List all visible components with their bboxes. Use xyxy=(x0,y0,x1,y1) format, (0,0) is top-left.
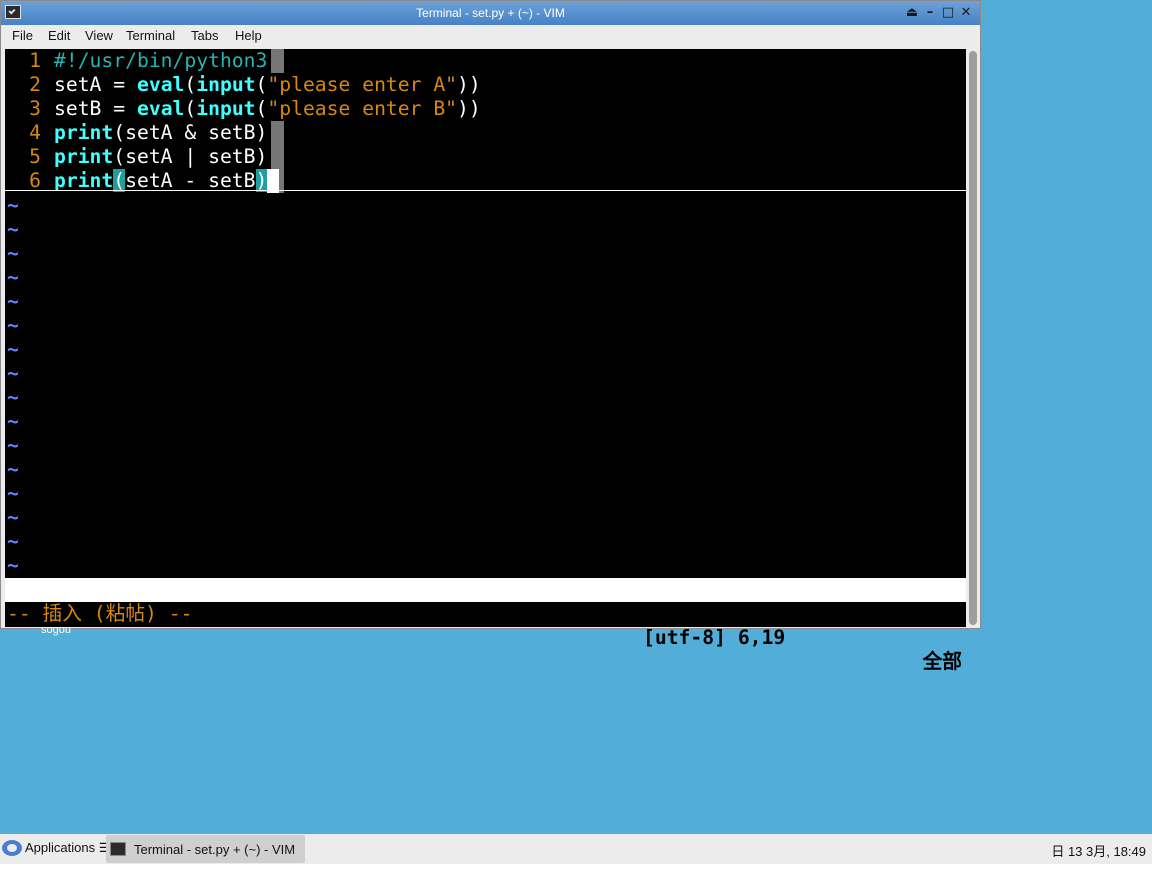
tilde-marker: ~ xyxy=(7,194,19,217)
menu-file[interactable]: File xyxy=(12,28,33,43)
wrap-column-marker xyxy=(271,49,284,73)
line-number: 3 xyxy=(29,97,41,120)
code-line[interactable]: 5 print(setA | setB) xyxy=(7,145,267,169)
line-number: 5 xyxy=(29,145,41,168)
wrap-column-marker xyxy=(271,145,284,169)
code-token: setB = xyxy=(54,97,137,120)
desktop-bottom-strip xyxy=(0,864,1152,896)
minimize-icon[interactable]: – xyxy=(922,5,938,21)
code-line[interactable]: 1 #!/usr/bin/python3 xyxy=(7,49,267,73)
menu-help[interactable]: Help xyxy=(235,28,262,43)
tilde-marker: ~ xyxy=(7,386,19,409)
tilde-marker: ~ xyxy=(7,266,19,289)
line-number: 4 xyxy=(29,121,41,144)
line-number: 1 xyxy=(29,49,41,72)
code-token: eval xyxy=(136,97,185,120)
code-token: )) xyxy=(457,97,481,120)
code-token: print xyxy=(54,121,114,144)
status-position: [utf-8] 6,19 xyxy=(643,626,786,649)
title-bar[interactable]: Terminal - set.py + (~) - VIM ⏏ – □ ✕ xyxy=(1,1,980,25)
code-token: ( xyxy=(184,97,197,120)
code-token: print xyxy=(54,145,114,168)
cursor-line-underline xyxy=(5,190,966,191)
taskbar-terminal-button[interactable]: Terminal - set.py + (~) - VIM xyxy=(106,835,305,863)
applications-menu-button[interactable]: Applications ☰ xyxy=(2,840,110,856)
tilde-marker: ~ xyxy=(7,482,19,505)
close-icon[interactable]: ✕ xyxy=(958,5,974,21)
code-line[interactable]: 2 setA = eval(input("please enter A")) xyxy=(7,73,481,97)
code-token: ( xyxy=(184,73,197,96)
tilde-marker: ~ xyxy=(7,458,19,481)
code-token: input xyxy=(196,73,256,96)
tilde-marker: ~ xyxy=(7,338,19,361)
tilde-marker: ~ xyxy=(7,410,19,433)
vim-mode-indicator: -- 插入 (粘帖) -- xyxy=(7,602,193,625)
status-scroll: 全部 xyxy=(922,650,962,673)
tilde-marker: ~ xyxy=(7,290,19,313)
scrollbar-thumb[interactable] xyxy=(969,51,977,625)
code-token: )) xyxy=(457,73,481,96)
tilde-marker: ~ xyxy=(7,530,19,553)
tilde-marker: ~ xyxy=(7,362,19,385)
code-line[interactable]: 3 setB = eval(input("please enter B")) xyxy=(7,97,481,121)
line-number: 2 xyxy=(29,73,41,96)
code-token: ( xyxy=(255,97,268,120)
menu-edit[interactable]: Edit xyxy=(48,28,70,43)
vim-status-line: set.py [+] [utf-8] 6,19 全部 xyxy=(5,578,966,673)
shade-icon[interactable]: ⏏ xyxy=(904,5,920,21)
tilde-marker: ~ xyxy=(7,218,19,241)
code-line[interactable]: 4 print(setA & setB) xyxy=(7,121,267,145)
code-token: (setA & setB) xyxy=(113,121,268,144)
code-token: (setA | setB) xyxy=(113,145,268,168)
scrollbar[interactable] xyxy=(967,49,979,627)
tilde-marker: ~ xyxy=(7,314,19,337)
vim-editor[interactable]: 1 #!/usr/bin/python3 2 setA = eval(input("p… xyxy=(5,49,966,673)
tilde-marker: ~ xyxy=(7,434,19,457)
code-token: ) xyxy=(255,169,268,192)
tilde-marker: ~ xyxy=(7,506,19,529)
wrap-column-marker xyxy=(271,121,284,145)
code-token: setA - setB xyxy=(125,169,256,192)
code-token: print xyxy=(54,169,114,192)
tilde-marker: ~ xyxy=(7,554,19,577)
window-title: Terminal - set.py + (~) - VIM xyxy=(416,6,565,20)
code-token: "please enter B" xyxy=(267,97,458,120)
code-token: #!/usr/bin/python3 xyxy=(54,49,268,72)
ime-label: sogou xyxy=(41,624,71,636)
code-token: ( xyxy=(113,169,126,192)
code-token: ( xyxy=(255,73,268,96)
menu-tabs[interactable]: Tabs xyxy=(191,28,218,43)
code-token: setA = xyxy=(54,73,137,96)
code-token: eval xyxy=(136,73,185,96)
code-token: "please enter A" xyxy=(267,73,458,96)
xfce-logo-icon xyxy=(2,840,22,856)
taskbar: Applications ☰ Terminal - set.py + (~) -… xyxy=(0,834,1152,864)
code-token: input xyxy=(196,97,256,120)
tilde-marker: ~ xyxy=(7,242,19,265)
menu-bar: File Edit View Terminal Tabs Help xyxy=(1,25,980,47)
window-controls: ⏏ – □ ✕ xyxy=(904,5,974,21)
taskbar-terminal-label: Terminal - set.py + (~) - VIM xyxy=(134,841,296,857)
clock[interactable]: 日 13 3月, 18:49 xyxy=(1051,841,1146,860)
terminal-window: Terminal - set.py + (~) - VIM ⏏ – □ ✕ Fi… xyxy=(0,0,981,673)
terminal-icon xyxy=(110,842,126,856)
maximize-icon[interactable]: □ xyxy=(940,5,956,21)
menu-terminal[interactable]: Terminal xyxy=(126,28,175,43)
applications-label: Applications ☰ xyxy=(25,840,111,855)
menu-view[interactable]: View xyxy=(85,28,113,43)
